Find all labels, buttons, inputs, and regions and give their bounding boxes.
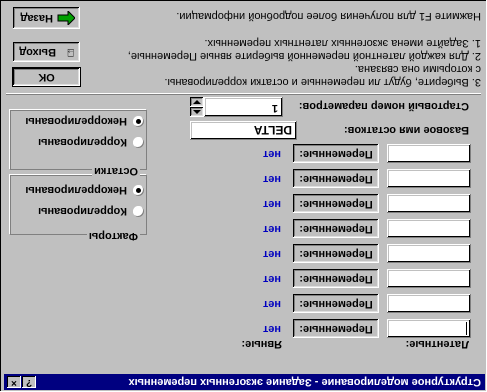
exit-door-icon: ⍈ xyxy=(67,46,74,58)
text-caret xyxy=(466,322,467,335)
start-param-label: Стартовый номер параметров: xyxy=(298,100,469,112)
back-button-label: Назад xyxy=(20,12,53,24)
variables-status: нет xyxy=(262,148,281,160)
variables-button[interactable]: Переменные: xyxy=(293,169,379,188)
residuals-uncorrelated-radio[interactable] xyxy=(133,116,144,127)
factors-correlated-label[interactable]: Коррелированы xyxy=(38,205,127,217)
variables-button[interactable]: Переменные: xyxy=(293,144,379,163)
variables-button[interactable]: Переменные: xyxy=(293,244,379,263)
spin-up-button[interactable] xyxy=(190,107,204,117)
variables-status: нет xyxy=(262,323,281,335)
variables-status: нет xyxy=(262,298,281,310)
instruction-line-1: 1. Задайте имена экзогенных латентных пе… xyxy=(204,37,482,49)
base-name-value: DELTA xyxy=(253,123,292,137)
back-button[interactable]: Назад xyxy=(13,7,80,29)
latent-name-field[interactable] xyxy=(387,244,471,263)
help-button[interactable]: ? xyxy=(22,376,36,388)
section-divider xyxy=(6,93,481,95)
rotated-dialog-container: Структурное моделирование - Задание экзо… xyxy=(0,0,487,392)
latent-name-field[interactable] xyxy=(387,294,471,313)
variables-button[interactable]: Переменные: xyxy=(293,294,379,313)
base-name-label: Базовое имя остатков: xyxy=(343,124,469,136)
close-button[interactable]: × xyxy=(7,376,21,388)
dialog-window: Структурное моделирование - Задание экзо… xyxy=(0,0,487,392)
spin-up-icon xyxy=(193,110,201,114)
latent-name-field[interactable] xyxy=(387,219,471,238)
variables-status: нет xyxy=(262,248,281,260)
residuals-correlated-radio[interactable] xyxy=(133,137,144,148)
spin-down-button[interactable] xyxy=(190,97,204,107)
latent-name-field[interactable] xyxy=(387,194,471,213)
window-title: Структурное моделирование - Задание экзо… xyxy=(128,376,481,388)
instruction-line-2b: с которыми она связана. xyxy=(354,63,481,75)
latent-name-field[interactable] xyxy=(387,319,471,338)
factors-uncorrelated-label[interactable]: Некоррелированы xyxy=(25,184,127,196)
variables-button[interactable]: Переменные: xyxy=(293,194,379,213)
instruction-line-3: 3. Выберите, будут ли переменные и остат… xyxy=(164,76,481,88)
factors-uncorrelated-radio[interactable] xyxy=(133,185,144,196)
exit-button[interactable]: ⍈ Выход xyxy=(13,42,80,62)
residuals-correlated-label[interactable]: Коррелированы xyxy=(38,136,127,148)
latent-name-field[interactable] xyxy=(387,144,471,163)
factors-correlated-radio[interactable] xyxy=(133,206,144,217)
start-param-input[interactable]: 1 xyxy=(204,97,283,117)
base-name-input[interactable]: DELTA xyxy=(190,121,297,140)
instruction-line-2: 2. Для каждой латентной переменной выбер… xyxy=(127,50,481,62)
instruction-help-hint: Нажмите F1 для получения более подробной… xyxy=(176,10,481,22)
latent-name-field[interactable] xyxy=(387,169,471,188)
variables-button[interactable]: Переменные: xyxy=(293,319,379,338)
latent-name-field[interactable] xyxy=(387,269,471,288)
variables-status: нет xyxy=(262,173,281,185)
residuals-group-title: Остатки xyxy=(92,165,140,177)
spin-down-icon xyxy=(193,100,201,104)
manifest-column-header: Явные: xyxy=(241,338,283,350)
exit-button-label: Выход xyxy=(19,46,56,58)
variables-button[interactable]: Переменные: xyxy=(293,269,379,288)
latent-column-header: Латентные: xyxy=(405,338,469,350)
variables-button[interactable]: Переменные: xyxy=(293,219,379,238)
variables-status: нет xyxy=(262,273,281,285)
green-arrow-left-icon xyxy=(57,11,75,25)
start-param-value: 1 xyxy=(271,102,278,114)
factors-group-title: Факторы xyxy=(86,230,140,242)
residuals-uncorrelated-label[interactable]: Некоррелированы xyxy=(25,115,127,127)
variables-status: нет xyxy=(262,223,281,235)
variables-status: нет xyxy=(262,198,281,210)
ok-button[interactable]: OK xyxy=(12,67,81,87)
title-bar[interactable]: Структурное моделирование - Задание экзо… xyxy=(4,374,485,390)
